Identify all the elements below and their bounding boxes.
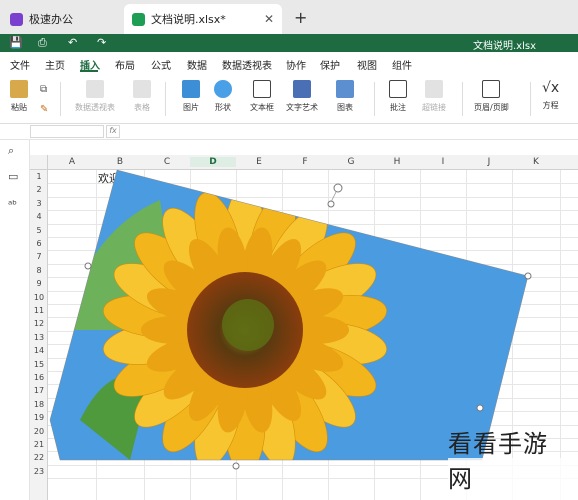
resize-handle <box>524 272 532 280</box>
resize-handle <box>476 404 484 412</box>
watermark-area: 看看手游网 <box>448 430 578 500</box>
rotate-handle <box>333 183 343 193</box>
watermark-text: 看看手游网 <box>448 430 548 493</box>
resize-handle <box>84 262 92 270</box>
resize-handle <box>232 462 240 470</box>
